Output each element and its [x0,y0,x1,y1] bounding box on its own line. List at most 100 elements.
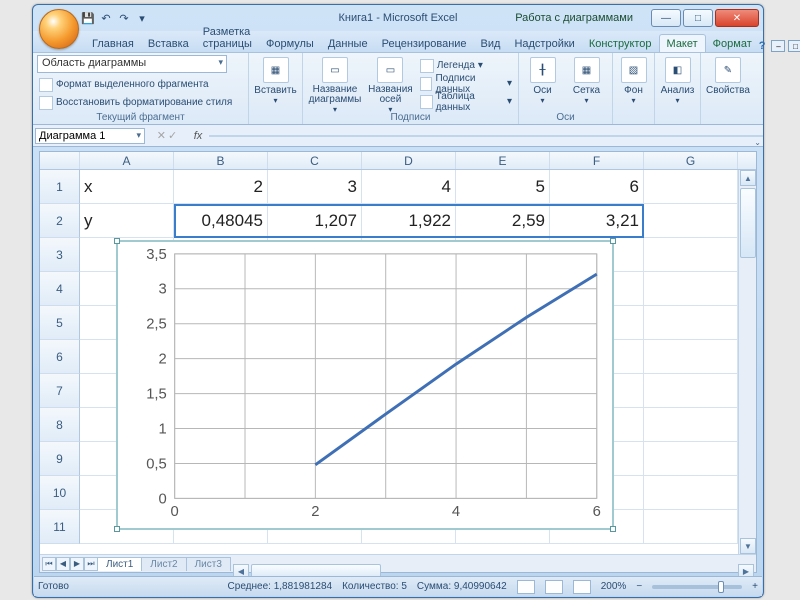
cell-A1[interactable]: x [80,170,174,204]
vscroll-thumb[interactable] [740,188,756,258]
row-header-4[interactable]: 4 [40,272,80,306]
cell-B2[interactable]: 0,48045 [174,204,268,238]
tab-chart-design[interactable]: Конструктор [582,35,659,52]
cell-F2[interactable]: 3,21 [550,204,644,238]
close-button[interactable]: ✕ [715,9,759,27]
row-header-3[interactable]: 3 [40,238,80,272]
cell-G2[interactable] [644,204,738,238]
tab-nav-prev[interactable]: ◀ [56,557,70,571]
chart-handle-sw[interactable] [114,526,120,532]
cell-G10[interactable] [644,476,738,510]
tab-chart-layout[interactable]: Макет [659,34,706,52]
tab-nav-next[interactable]: ▶ [70,557,84,571]
cell-B1[interactable]: 2 [174,170,268,204]
office-button[interactable] [39,9,79,49]
analysis-button[interactable]: ◧ Анализ▾ [659,55,696,124]
view-normal-button[interactable] [517,580,535,594]
reset-style-button[interactable]: Восстановить форматирование стиля [37,94,244,111]
tab-formulas[interactable]: Формулы [259,35,321,52]
tab-addins[interactable]: Надстройки [507,35,581,52]
scroll-down-icon[interactable]: ▼ [740,538,756,554]
col-header-E[interactable]: E [456,152,550,169]
cell-G6[interactable] [644,340,738,374]
vertical-scrollbar[interactable]: ▲ ▼ [738,170,756,554]
mdi-restore-button[interactable]: □ [788,40,800,52]
scroll-up-icon[interactable]: ▲ [740,170,756,186]
row-header-2[interactable]: 2 [40,204,80,238]
row-header-9[interactable]: 9 [40,442,80,476]
sheet-tab-1[interactable]: Лист1 [97,557,142,571]
insert-button[interactable]: ▦ Вставить ▾ [253,55,298,124]
tab-home[interactable]: Главная [85,35,141,52]
zoom-out-icon[interactable]: − [636,581,642,592]
cell-G4[interactable] [644,272,738,306]
tab-insert[interactable]: Вставка [141,35,196,52]
cell-D1[interactable]: 4 [362,170,456,204]
redo-icon[interactable]: ↷ [117,11,131,25]
cell-G5[interactable] [644,306,738,340]
cell-F1[interactable]: 6 [550,170,644,204]
col-header-B[interactable]: B [174,152,268,169]
properties-button[interactable]: ✎ Свойства [705,55,751,124]
legend-button[interactable]: Легенда ▾ [418,57,514,74]
chart-handle-se[interactable] [610,526,616,532]
cell-E2[interactable]: 2,59 [456,204,550,238]
view-pagebreak-button[interactable] [573,580,591,594]
cell-D2[interactable]: 1,922 [362,204,456,238]
row-header-8[interactable]: 8 [40,408,80,442]
help-icon[interactable]: ? [759,40,766,52]
sheet-tab-2[interactable]: Лист2 [141,557,186,571]
data-labels-button[interactable]: Подписи данных ▾ [418,75,514,92]
chart-element-combo[interactable]: Область диаграммы [37,55,227,73]
qat-customize-icon[interactable]: ▾ [135,11,149,25]
col-header-D[interactable]: D [362,152,456,169]
zoom-in-icon[interactable]: + [752,581,758,592]
row-header-10[interactable]: 10 [40,476,80,510]
maximize-button[interactable]: □ [683,9,713,27]
col-header-G[interactable]: G [644,152,738,169]
tab-chart-format[interactable]: Формат [706,35,759,52]
mdi-minimize-button[interactable]: – [771,40,785,52]
expand-formula-icon[interactable]: ⌄ [754,138,761,147]
cell-C1[interactable]: 3 [268,170,362,204]
view-layout-button[interactable] [545,580,563,594]
zoom-slider-knob[interactable] [718,581,724,593]
cell-E1[interactable]: 5 [456,170,550,204]
col-header-A[interactable]: A [80,152,174,169]
tab-nav-first[interactable]: ⏮ [42,557,56,571]
formula-input[interactable]: ⌄ [209,135,763,137]
row-header-5[interactable]: 5 [40,306,80,340]
undo-icon[interactable]: ↶ [99,11,113,25]
row-header-1[interactable]: 1 [40,170,80,204]
col-header-C[interactable]: C [268,152,362,169]
minimize-button[interactable]: — [651,9,681,27]
col-header-F[interactable]: F [550,152,644,169]
cell-G9[interactable] [644,442,738,476]
cell-G3[interactable] [644,238,738,272]
tab-nav-last[interactable]: ⏭ [84,557,98,571]
cell-G11[interactable] [644,510,738,544]
cell-G7[interactable] [644,374,738,408]
cell-C2[interactable]: 1,207 [268,204,362,238]
row-header-7[interactable]: 7 [40,374,80,408]
select-all-corner[interactable] [40,152,80,169]
tab-data[interactable]: Данные [321,35,375,52]
fx-icon[interactable]: fx [187,130,209,142]
data-table-button[interactable]: Таблица данных ▾ [418,93,514,110]
cell-G1[interactable] [644,170,738,204]
chart-handle-ne[interactable] [610,238,616,244]
zoom-level[interactable]: 200% [601,581,627,592]
row-header-11[interactable]: 11 [40,510,80,544]
embedded-chart[interactable]: 00,511,522,533,50246 [116,240,614,530]
zoom-slider[interactable] [652,585,742,589]
sheet-tab-3[interactable]: Лист3 [186,557,231,571]
chart-handle-nw[interactable] [114,238,120,244]
row-header-6[interactable]: 6 [40,340,80,374]
cell-G8[interactable] [644,408,738,442]
cell-A2[interactable]: y [80,204,174,238]
tab-review[interactable]: Рецензирование [375,35,474,52]
format-selection-button[interactable]: Формат выделенного фрагмента [37,76,244,93]
background-button[interactable]: ▧ Фон▾ [617,55,650,124]
name-box[interactable]: Диаграмма 1 [35,128,145,144]
tab-view[interactable]: Вид [474,35,508,52]
